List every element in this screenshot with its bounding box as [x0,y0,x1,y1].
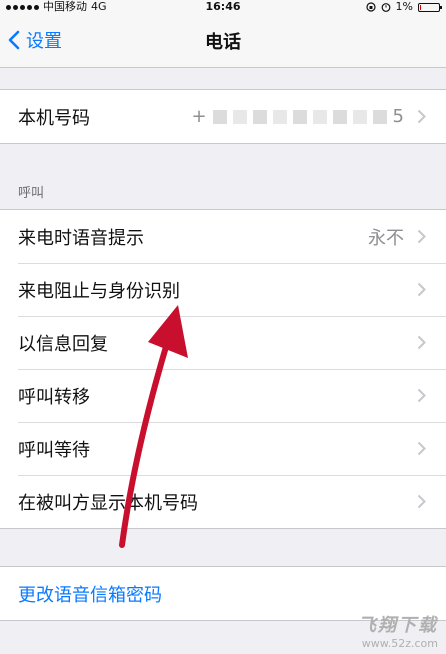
watermark-title: 飞翔下载 [358,615,438,636]
annotation-arrow-icon [119,305,188,548]
watermark-logo: 飞翔下载 www.52z.com [358,611,438,650]
watermark-url: www.52z.com [361,637,438,650]
